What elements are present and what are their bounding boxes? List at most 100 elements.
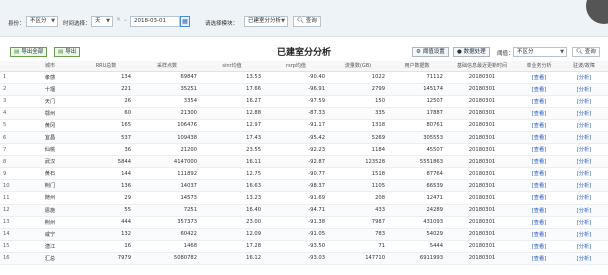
table-cell: 23.55: [200, 143, 264, 157]
column-header: 用户数据数: [388, 61, 446, 72]
table-cell: 35251: [134, 83, 200, 96]
view-link[interactable]: [查看]: [518, 179, 560, 193]
view-link[interactable]: [查看]: [518, 143, 560, 157]
search-icon: 🔍︎: [576, 49, 583, 55]
table-cell: -93.50: [264, 240, 328, 253]
table-cell: 24289: [388, 204, 446, 217]
table-cell: 165: [78, 119, 134, 132]
analyze-link[interactable]: [分析]: [560, 119, 608, 132]
view-link[interactable]: [查看]: [518, 95, 560, 108]
analyze-link[interactable]: [分析]: [560, 107, 608, 120]
table-cell: 12507: [388, 95, 446, 108]
date-input[interactable]: 2018-03-01: [130, 16, 180, 27]
analyze-link[interactable]: [分析]: [560, 83, 608, 96]
table-cell: 21300: [134, 107, 200, 120]
view-link[interactable]: [查看]: [518, 107, 560, 120]
table-cell: 109438: [134, 131, 200, 145]
table-cell: -98.37: [264, 179, 328, 193]
column-header: 单业务分析: [518, 61, 560, 72]
time-unit-select[interactable]: 天 ▼: [91, 16, 113, 27]
analyze-link[interactable]: [分析]: [560, 95, 608, 108]
view-link[interactable]: [查看]: [518, 131, 560, 145]
table-cell: 20180301: [446, 252, 518, 266]
table-header-row: 城市 RRU总数 采样点数 sinr均值 rsrp均值 流量数(GB) 用户数据数 基础信息最…: [0, 61, 608, 72]
table-cell: 20180301: [446, 119, 518, 132]
view-link[interactable]: [查看]: [518, 204, 560, 217]
table-cell: 12.75: [200, 167, 264, 181]
table-cell: 黄石: [22, 167, 78, 181]
table-cell: 6: [0, 131, 22, 145]
module-select[interactable]: 已建室分分析 ▼: [244, 16, 288, 27]
analyze-link[interactable]: [分析]: [560, 228, 608, 241]
filter-bar: 县份： 不区分 ▼ 时间选择： 天 ▼ ✕ ⌄ 2018-03-01 ▦ 请选择…: [0, 0, 608, 37]
table-cell: 12.97: [200, 119, 264, 132]
table-row: 1 孝感 134 69847 13.53 -90.40 1022 71112 20180301[…: [0, 71, 608, 84]
view-link[interactable]: [查看]: [518, 228, 560, 241]
table-cell: 433: [328, 204, 388, 217]
table-cell: 5444: [388, 240, 446, 253]
table-cell: 537: [78, 131, 134, 145]
analyze-link[interactable]: [分析]: [560, 191, 608, 205]
analyze-link[interactable]: [分析]: [560, 131, 608, 145]
table-cell: 9: [0, 167, 22, 181]
table-cell: -95.42: [264, 131, 328, 145]
analyze-link[interactable]: [分析]: [560, 179, 608, 193]
table-cell: 13: [0, 216, 22, 229]
analyze-link[interactable]: [分析]: [560, 143, 608, 157]
view-link[interactable]: [查看]: [518, 191, 560, 205]
analyze-link[interactable]: [分析]: [560, 216, 608, 229]
analyze-link[interactable]: [分析]: [560, 167, 608, 181]
analyze-link[interactable]: [分析]: [560, 204, 608, 217]
clear-icon[interactable]: ✕ ⌄: [116, 16, 128, 23]
table-cell: 7979: [78, 252, 134, 266]
table-cell: 145174: [388, 83, 446, 96]
calendar-icon[interactable]: ▦: [180, 16, 190, 27]
threshold-setting-button[interactable]: ⚙ 阈值设置: [412, 47, 449, 57]
table-cell: -93.03: [264, 252, 328, 266]
table-cell: 16.12: [200, 252, 264, 266]
data-process-label: 数据处理: [463, 49, 486, 55]
table-cell: 20180301: [446, 240, 518, 253]
chevron-down-icon: ▼: [281, 18, 285, 24]
threshold-filter-select[interactable]: 不区分 ▼: [513, 47, 567, 57]
query-button[interactable]: 🔍︎ 查询: [293, 16, 321, 27]
table-cell: 71112: [388, 71, 446, 84]
toolbar-query-button[interactable]: 🔍︎ 查询: [572, 47, 600, 57]
chevron-down-icon: ▼: [51, 18, 55, 24]
table-cell: 黄冈: [22, 119, 78, 132]
table-cell: -90.77: [264, 167, 328, 181]
table-cell: -91.17: [264, 119, 328, 132]
view-link[interactable]: [查看]: [518, 119, 560, 132]
table-row: 12 恩施 55 7251 16.40 -94.71 433 24289 20180301 [查看…: [0, 204, 608, 217]
view-link[interactable]: [查看]: [518, 240, 560, 253]
table-cell: 7987: [328, 216, 388, 229]
table-cell: 20180301: [446, 155, 518, 169]
table-cell: -87.33: [264, 107, 328, 120]
view-link[interactable]: [查看]: [518, 252, 560, 266]
analyze-link[interactable]: [分析]: [560, 252, 608, 266]
table-cell: 45507: [388, 143, 446, 157]
table-cell: 4: [0, 107, 22, 120]
area-select[interactable]: 不区分 ▼: [26, 16, 58, 27]
table-cell: 14037: [134, 179, 200, 193]
table-cell: -90.40: [264, 71, 328, 84]
analyze-link[interactable]: [分析]: [560, 240, 608, 253]
toolbar-query-label: 查询: [584, 49, 596, 55]
table-row: 6 宜昌 537 109438 17.43 -95.42 5269 305553 2018030…: [0, 131, 608, 145]
view-link[interactable]: [查看]: [518, 155, 560, 169]
table-cell: -91.05: [264, 228, 328, 241]
analyze-link[interactable]: [分析]: [560, 71, 608, 84]
view-link[interactable]: [查看]: [518, 71, 560, 84]
view-link[interactable]: [查看]: [518, 83, 560, 96]
table-row: 5 黄冈 165 106476 12.97 -91.17 1318 80761 20180301…: [0, 119, 608, 132]
data-process-button[interactable]: ● 数据处理: [453, 47, 490, 57]
view-link[interactable]: [查看]: [518, 216, 560, 229]
table-cell: 60: [78, 107, 134, 120]
table-row: 13 荆州 444 357373 23.00 -91.38 7987 431093 201803…: [0, 216, 608, 229]
table-cell: 71: [328, 240, 388, 253]
gear-icon: ●: [457, 49, 462, 55]
view-link[interactable]: [查看]: [518, 167, 560, 181]
table-row: 10 荆门 136 14037 16.63 -98.37 1105 66539 20180301…: [0, 179, 608, 193]
analyze-link[interactable]: [分析]: [560, 155, 608, 169]
table-cell: 208: [328, 191, 388, 205]
